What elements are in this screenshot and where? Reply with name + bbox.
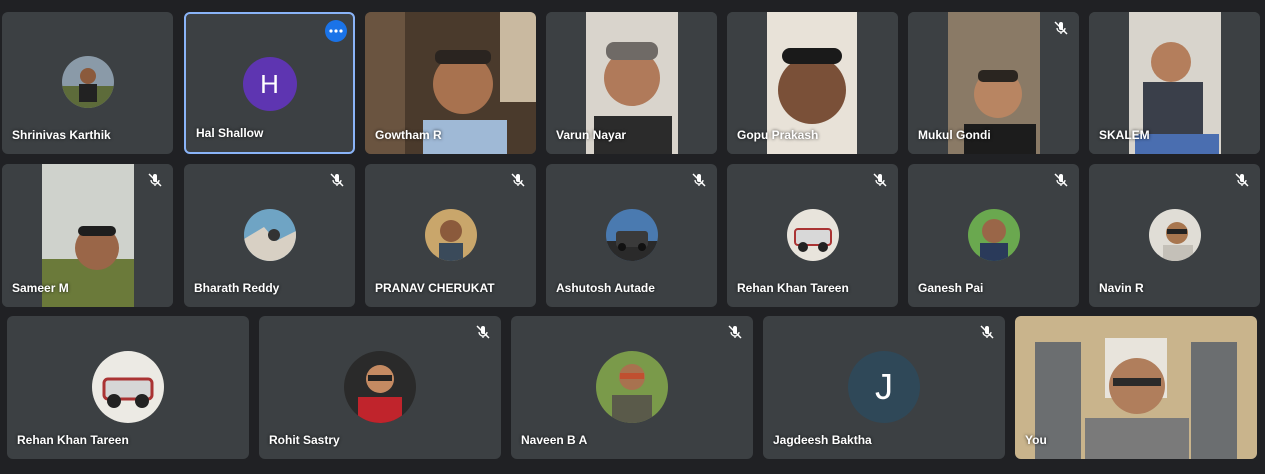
participant-name: PRANAV CHERUKAT <box>375 281 495 295</box>
participant-name: Gopu Prakash <box>737 128 819 142</box>
participant-avatar <box>1148 209 1201 261</box>
mic-off-icon <box>1235 173 1249 187</box>
more-horiz-icon <box>329 29 343 33</box>
participant-tile[interactable]: Shrinivas Karthik <box>2 12 173 154</box>
participant-tile[interactable]: Rohit Sastry <box>259 316 501 459</box>
participant-name: Jagdeesh Baktha <box>773 433 872 447</box>
participant-avatar <box>92 351 164 423</box>
participant-tile[interactable]: Ganesh Pai <box>908 164 1079 307</box>
participant-avatar <box>243 209 296 261</box>
mic-off-icon <box>980 325 994 339</box>
participant-name: You <box>1025 433 1047 447</box>
participant-tile[interactable]: Rehan Khan Tareen <box>727 164 898 307</box>
participant-name: Gowtham R <box>375 128 442 142</box>
participant-tile[interactable]: Gopu Prakash <box>727 12 898 154</box>
participant-tile[interactable]: Naveen B A <box>511 316 753 459</box>
participant-tile[interactable]: Varun Nayar <box>546 12 717 154</box>
participant-name: Hal Shallow <box>196 126 264 140</box>
participant-tile[interactable]: Ashutosh Autade <box>546 164 717 307</box>
participant-tile[interactable]: Rehan Khan Tareen <box>7 316 249 459</box>
participant-avatar <box>605 209 658 261</box>
participant-name: Rehan Khan Tareen <box>737 281 849 295</box>
mic-off-icon <box>1054 173 1068 187</box>
mic-off-icon <box>728 325 742 339</box>
participant-name: SKALEM <box>1099 128 1150 142</box>
mic-off-icon <box>873 173 887 187</box>
self-video-tile[interactable]: You <box>1015 316 1257 459</box>
mic-off-icon <box>511 173 525 187</box>
participant-tile[interactable]: SKALEM <box>1089 12 1260 154</box>
participant-name: Sameer M <box>12 281 69 295</box>
participant-name: Shrinivas Karthik <box>12 128 111 142</box>
participant-tile[interactable]: Gowtham R <box>365 12 536 154</box>
participant-tile[interactable]: Navin R <box>1089 164 1260 307</box>
mic-off-icon <box>148 173 162 187</box>
participant-tile[interactable]: J Jagdeesh Baktha <box>763 316 1005 459</box>
participant-tile-active[interactable]: H Hal Shallow <box>184 12 355 154</box>
participant-avatar <box>786 209 839 261</box>
participant-avatar <box>967 209 1020 261</box>
participant-name: Rehan Khan Tareen <box>17 433 129 447</box>
participant-name: Naveen B A <box>521 433 588 447</box>
participant-tile[interactable]: Sameer M <box>2 164 173 307</box>
mic-off-icon <box>330 173 344 187</box>
participant-avatar <box>61 56 114 108</box>
participant-avatar: J <box>848 351 920 423</box>
participant-name: Mukul Gondi <box>918 128 991 142</box>
participant-name: Navin R <box>1099 281 1144 295</box>
self-video <box>1015 316 1257 459</box>
participant-name: Rohit Sastry <box>269 433 340 447</box>
participant-name: Ashutosh Autade <box>556 281 655 295</box>
participant-name: Varun Nayar <box>556 128 627 142</box>
participant-avatar <box>344 351 416 423</box>
mic-off-icon <box>476 325 490 339</box>
participant-avatar: H <box>242 57 297 111</box>
participant-avatar <box>424 209 477 261</box>
mic-off-icon <box>692 173 706 187</box>
participant-tile[interactable]: Bharath Reddy <box>184 164 355 307</box>
participant-avatar <box>596 351 668 423</box>
mic-off-icon <box>1054 21 1068 35</box>
participant-tile[interactable]: PRANAV CHERUKAT <box>365 164 536 307</box>
participant-name: Ganesh Pai <box>918 281 984 295</box>
participant-name: Bharath Reddy <box>194 281 280 295</box>
participant-tile[interactable]: Mukul Gondi <box>908 12 1079 154</box>
more-options-button[interactable] <box>325 20 347 42</box>
